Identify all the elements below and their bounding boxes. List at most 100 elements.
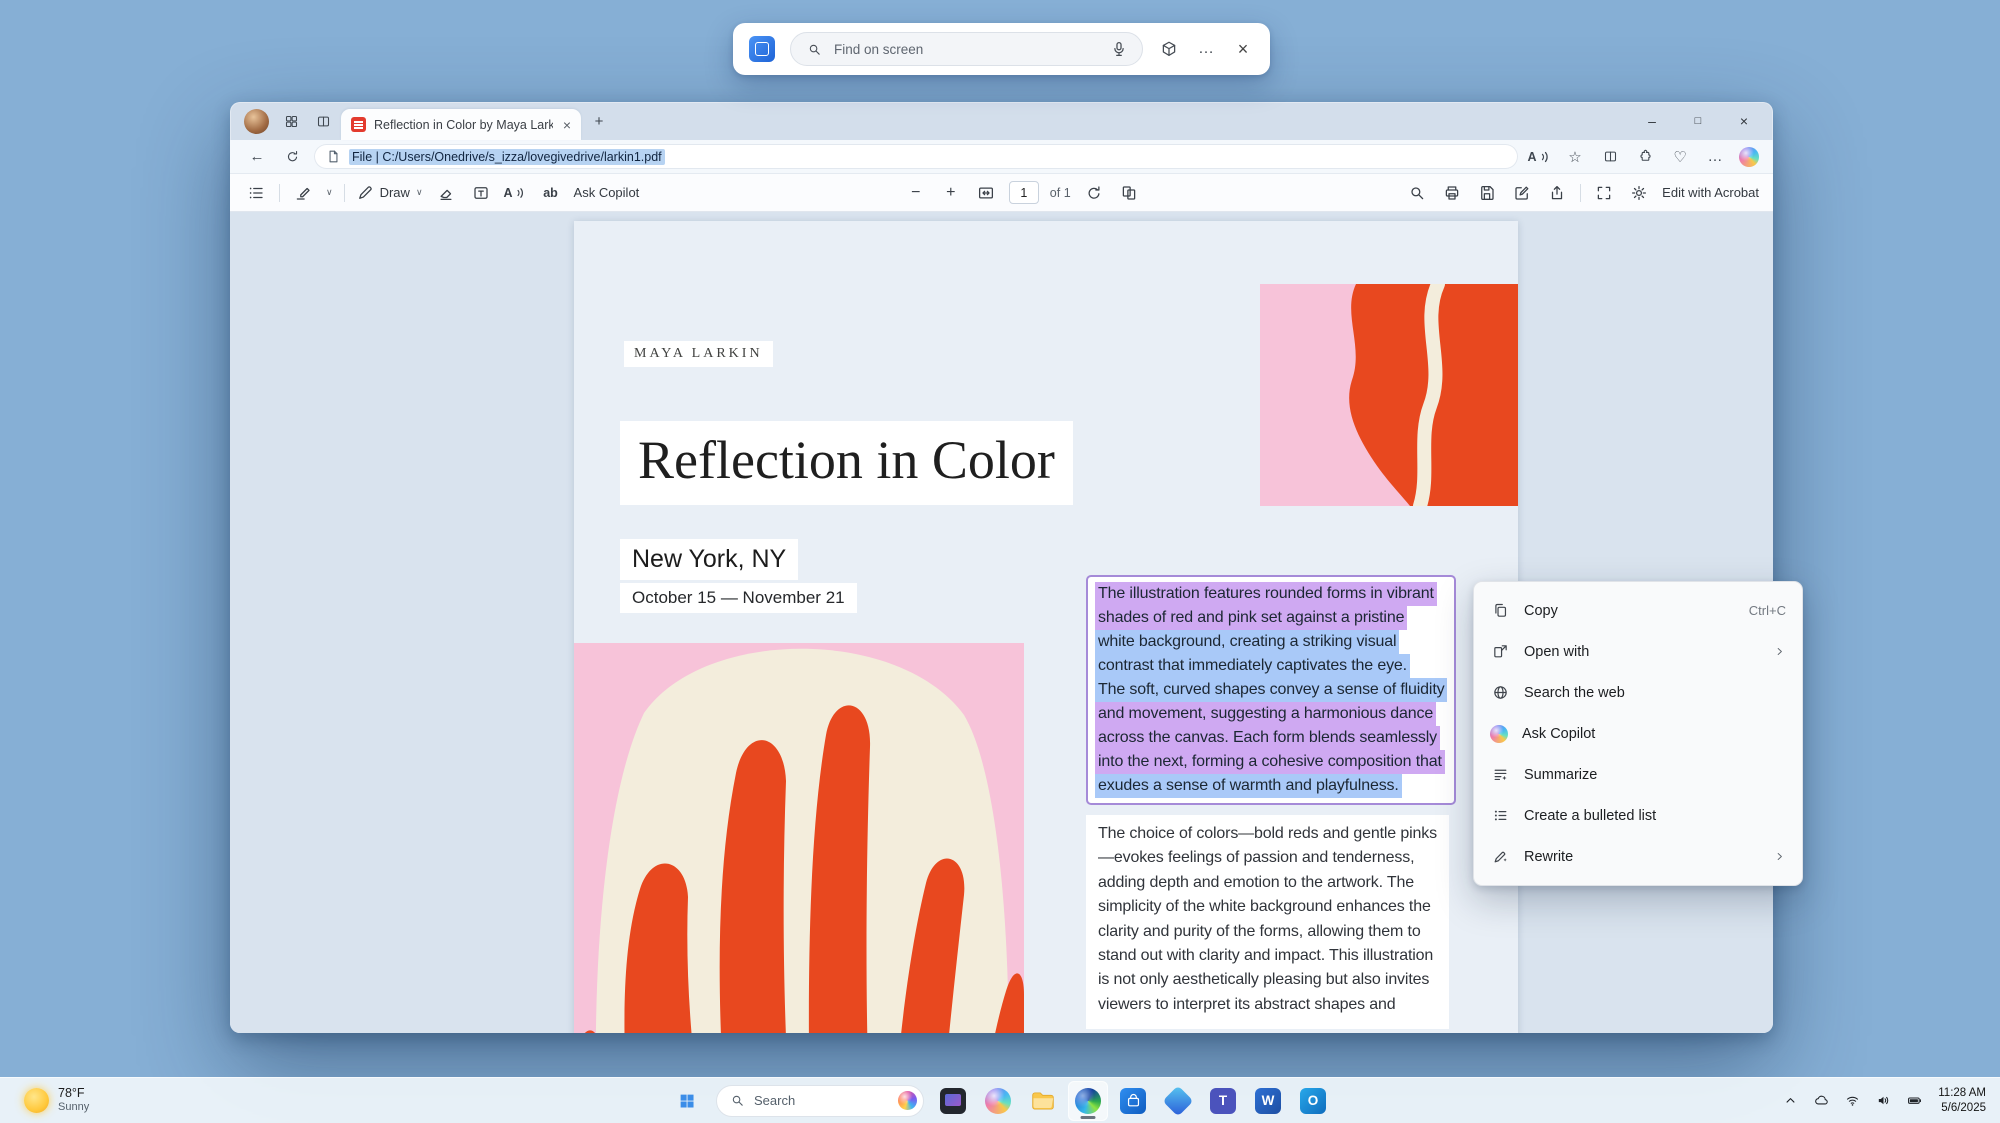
add-text-icon[interactable] (469, 181, 493, 205)
rotate-icon[interactable] (1082, 181, 1106, 205)
taskbar-center: Search TWO (667, 1081, 1333, 1121)
table-of-contents-icon[interactable] (244, 181, 268, 205)
context-menu-item-label: Summarize (1524, 767, 1786, 783)
split-screen-icon[interactable] (1597, 144, 1623, 170)
highlighted-text[interactable]: exudes a sense of warmth and playfulness… (1095, 774, 1402, 798)
workspaces-icon[interactable] (277, 107, 305, 135)
zoom-out-icon[interactable]: − (904, 181, 928, 205)
eraser-icon[interactable] (434, 181, 458, 205)
taskbar-app-file-explorer[interactable] (1023, 1081, 1063, 1121)
highlight-line: shades of red and pink set against a pri… (1095, 606, 1447, 630)
battery-icon[interactable] (1904, 1089, 1924, 1113)
url-text[interactable]: File | C:/Users/Onedrive/s_izza/lovegive… (349, 149, 665, 165)
toolbar-divider (344, 184, 345, 202)
new-tab-button[interactable]: + (585, 107, 613, 135)
tray-chevron-up-icon[interactable] (1780, 1089, 1800, 1113)
context-menu-item-open-with[interactable]: Open with (1474, 631, 1802, 672)
volume-icon[interactable] (1873, 1089, 1893, 1113)
clock[interactable]: 11:28 AM 5/6/2025 (1938, 1086, 1986, 1116)
save-as-icon[interactable] (1510, 181, 1534, 205)
page-view-icon[interactable] (1117, 181, 1141, 205)
highlighted-text[interactable]: white background, creating a striking vi… (1095, 630, 1399, 654)
search-icon (730, 1093, 745, 1108)
highlight-line: white background, creating a striking vi… (1095, 630, 1447, 654)
save-icon[interactable] (1475, 181, 1499, 205)
browser-essentials-heart-icon[interactable]: ♡ (1667, 144, 1693, 170)
context-menu-item-rewrite[interactable]: Rewrite (1474, 836, 1802, 877)
draw-tool-button[interactable]: Draw ∨ (356, 184, 423, 202)
copilot-icon[interactable] (1739, 147, 1759, 167)
share-icon[interactable] (1545, 181, 1569, 205)
highlighted-text[interactable]: into the next, forming a cohesive compos… (1095, 750, 1445, 774)
taskbar-app-copilot[interactable] (978, 1081, 1018, 1121)
find-input[interactable] (834, 42, 1099, 57)
ask-copilot-button[interactable]: Ask Copilot (574, 185, 640, 200)
chevron-down-icon[interactable]: ∨ (326, 187, 333, 198)
maximize-button[interactable]: □ (1677, 102, 1719, 140)
reload-icon[interactable] (279, 144, 305, 170)
taskbar-app-dev[interactable] (1158, 1081, 1198, 1121)
settings-gear-icon[interactable] (1627, 181, 1651, 205)
store-icon (1120, 1088, 1146, 1114)
microphone-icon[interactable] (1108, 38, 1130, 60)
edit-with-acrobat-button[interactable]: Edit with Acrobat (1662, 185, 1759, 200)
context-menu-item-search-the-web[interactable]: Search the web (1474, 672, 1802, 713)
tab-close-icon[interactable]: × (561, 118, 573, 132)
find-input-field[interactable] (790, 32, 1143, 66)
start-button[interactable] (667, 1081, 707, 1121)
onedrive-cloud-icon[interactable] (1811, 1089, 1831, 1113)
close-icon[interactable]: × (1232, 38, 1254, 60)
more-options-icon[interactable]: … (1195, 38, 1217, 60)
artwork-bottom-left (574, 643, 1024, 1033)
profile-avatar[interactable] (244, 109, 269, 134)
minimize-button[interactable]: – (1631, 102, 1673, 140)
more-menu-icon[interactable]: … (1702, 144, 1728, 170)
read-aloud-icon[interactable]: A (504, 181, 528, 205)
wifi-icon[interactable] (1842, 1089, 1862, 1113)
highlight-line: The illustration features rounded forms … (1095, 582, 1447, 606)
tab-reflection-in-color[interactable]: Reflection in Color by Maya Lark × (341, 109, 581, 140)
page-number-input[interactable]: 1 (1009, 181, 1039, 204)
read-aloud-icon[interactable]: A (1527, 144, 1553, 170)
word-icon: W (1255, 1088, 1281, 1114)
context-menu-item-copy[interactable]: CopyCtrl+C (1474, 590, 1802, 631)
extensions-puzzle-icon[interactable] (1632, 144, 1658, 170)
url-field[interactable]: File | C:/Users/Onedrive/s_izza/lovegive… (314, 144, 1518, 169)
search-document-icon[interactable] (1405, 181, 1429, 205)
edge-icon (1075, 1088, 1101, 1114)
favorites-star-icon[interactable]: ☆ (1562, 144, 1588, 170)
text-highlighter-icon[interactable] (291, 181, 315, 205)
highlighted-text[interactable]: The soft, curved shapes convey a sense o… (1095, 678, 1447, 702)
highlighted-text[interactable]: contrast that immediately captivates the… (1095, 654, 1410, 678)
visual-search-icon[interactable] (1158, 38, 1180, 60)
taskbar-app-edge[interactable] (1068, 1081, 1108, 1121)
draw-label: Draw (380, 185, 410, 200)
translate-icon[interactable]: ab (539, 181, 563, 205)
taskbar-app-word[interactable]: W (1248, 1081, 1288, 1121)
tab-actions-icon[interactable] (309, 107, 337, 135)
print-icon[interactable] (1440, 181, 1464, 205)
highlighted-text[interactable]: shades of red and pink set against a pri… (1095, 606, 1407, 630)
highlighted-text[interactable]: The illustration features rounded forms … (1095, 582, 1437, 606)
paragraph-line: viewers to interpret its abstract shapes… (1098, 993, 1437, 1017)
weather-widget[interactable]: 78°F Sunny (18, 1081, 95, 1121)
context-menu-item-ask-copilot[interactable]: Ask Copilot (1474, 713, 1802, 754)
back-icon[interactable]: ← (244, 144, 270, 170)
highlighted-text[interactable]: across the canvas. Each form blends seam… (1095, 726, 1440, 750)
taskbar-app-task-view[interactable] (933, 1081, 973, 1121)
document-icon (326, 149, 341, 164)
context-menu-item-summarize[interactable]: Summarize (1474, 754, 1802, 795)
pdf-file-icon (351, 117, 366, 132)
taskbar-app-outlook[interactable]: O (1293, 1081, 1333, 1121)
taskbar-app-teams[interactable]: T (1203, 1081, 1243, 1121)
artwork-top-right (1260, 284, 1518, 506)
highlighted-text[interactable]: and movement, suggesting a harmonious da… (1095, 702, 1436, 726)
window-close-button[interactable]: × (1723, 102, 1765, 140)
taskbar-search[interactable]: Search (716, 1085, 924, 1117)
zoom-in-icon[interactable]: + (939, 181, 963, 205)
taskbar-app-store[interactable] (1113, 1081, 1153, 1121)
fullscreen-icon[interactable] (1592, 181, 1616, 205)
context-menu-item-create-a-bulleted-list[interactable]: Create a bulleted list (1474, 795, 1802, 836)
fit-to-width-icon[interactable] (974, 181, 998, 205)
tab-strip: Reflection in Color by Maya Lark × + – □… (230, 102, 1773, 140)
